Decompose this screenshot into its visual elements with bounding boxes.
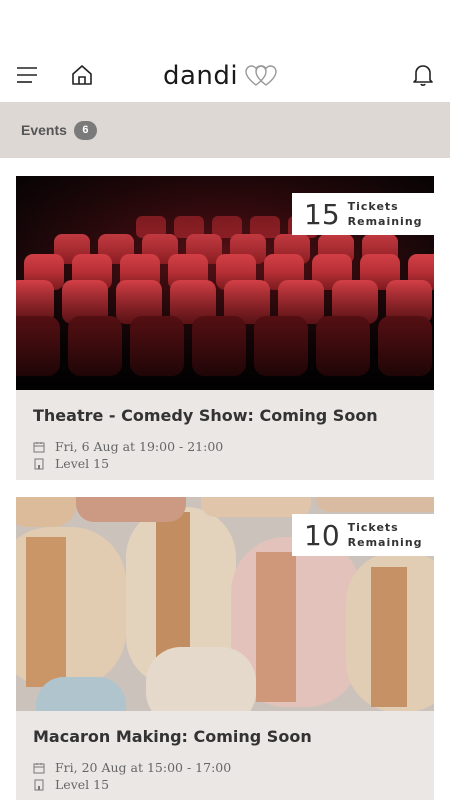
heart-logo-icon [245,65,277,86]
calendar-icon [33,762,45,773]
remaining-label: Remaining [347,215,423,228]
event-image-macarons: 10 Tickets Remaining [16,497,434,711]
events-count-badge: 6 [73,120,97,140]
logo-text: dandi [163,61,239,91]
tickets-count: 15 [304,197,340,231]
event-location-row: Level 15 [33,455,417,472]
event-location: Level 15 [55,456,110,471]
top-navigation-bar: dandi [0,50,450,102]
event-title: Theatre - Comedy Show: Coming Soon [33,406,378,425]
building-icon [34,779,44,790]
tickets-label: Tickets [347,200,399,213]
tickets-remaining-badge: 10 Tickets Remaining [292,514,434,556]
tickets-label: Tickets [347,521,399,534]
events-label: Events [21,122,67,138]
building-icon [34,458,44,469]
menu-icon[interactable] [14,62,40,88]
calendar-icon [33,441,45,452]
event-location-row: Level 15 [33,776,417,793]
home-icon[interactable] [69,62,95,88]
event-location: Level 15 [55,777,110,792]
status-bar [0,0,450,50]
dandi-logo[interactable]: dandi [163,58,278,94]
remaining-label: Remaining [347,536,423,549]
event-date-row: Fri, 20 Aug at 15:00 - 17:00 [33,759,417,776]
event-image-theatre: 15 Tickets Remaining [16,176,434,390]
tickets-count: 10 [304,518,340,552]
event-date: Fri, 6 Aug at 19:00 - 21:00 [55,439,224,454]
events-header: Events 6 [0,102,450,158]
event-card[interactable]: 10 Tickets Remaining Macaron Making: Com… [16,497,434,800]
event-title: Macaron Making: Coming Soon [33,727,312,746]
bell-icon[interactable] [410,62,436,88]
event-date: Fri, 20 Aug at 15:00 - 17:00 [55,760,232,775]
event-date-row: Fri, 6 Aug at 19:00 - 21:00 [33,438,417,455]
tickets-remaining-badge: 15 Tickets Remaining [292,193,434,235]
event-card[interactable]: 15 Tickets Remaining Theatre - Comedy Sh… [16,176,434,480]
